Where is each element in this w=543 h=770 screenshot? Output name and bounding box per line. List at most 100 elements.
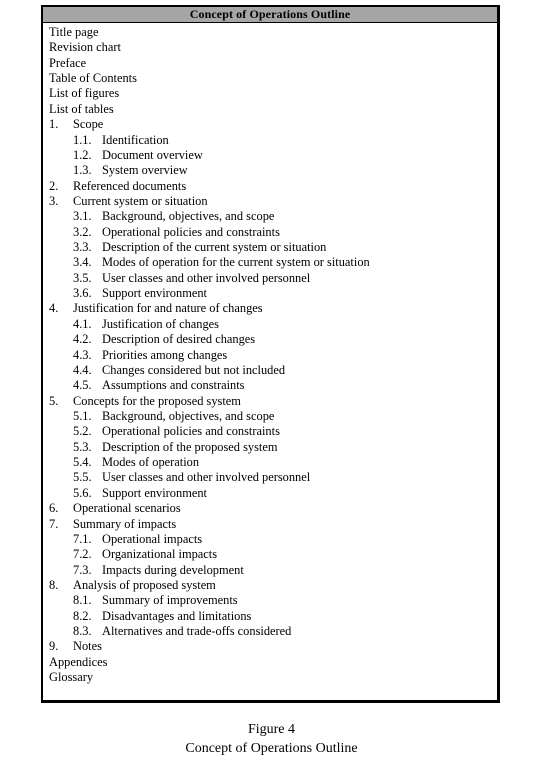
outline-item-number: 3.: [49, 193, 59, 208]
outline-item-number: 3.3.: [73, 240, 92, 255]
outline-item-number: 8.1.: [73, 593, 92, 608]
outline-item-label: Description of the current system or sit…: [102, 240, 327, 255]
outline-item-label: Summary of improvements: [102, 593, 238, 608]
outline-item-label: Alternatives and trade-offs considered: [102, 624, 292, 639]
outline-item: 8.3. Alternatives and trade-offs consider…: [49, 624, 497, 639]
outline-item-number: 1.1.: [73, 132, 92, 147]
outline-item: Preface: [49, 56, 497, 71]
outline-item: 1.1. Identification: [49, 133, 497, 148]
outline-item: Glossary: [49, 670, 497, 685]
outline-item-label: Current system or situation: [73, 193, 208, 208]
outline-item: Table of Contents: [49, 71, 497, 86]
outline-item-label: Priorities among changes: [102, 347, 228, 362]
outline-item: 7.2. Organizational impacts: [49, 547, 497, 562]
outline-item: 3.3. Description of the current system or…: [49, 240, 497, 255]
outline-item: 9. Notes: [49, 639, 497, 654]
outline-item: List of tables: [49, 102, 497, 117]
outline-item: 1.2. Document overview: [49, 148, 497, 163]
outline-item: 3.1. Background, objectives, and scope: [49, 209, 497, 224]
outline-item-label: Justification for and nature of changes: [73, 301, 263, 316]
outline-item: 4.4. Changes considered but not included: [49, 363, 497, 378]
outline-item-label: Changes considered but not included: [102, 362, 286, 377]
outline-item-label: Modes of operation for the current syste…: [102, 255, 370, 270]
outline-item: 6. Operational scenarios: [49, 501, 497, 516]
outline-item: 4.1. Justification of changes: [49, 317, 497, 332]
outline-item-number: 7.1.: [73, 531, 92, 546]
outline-item-label: Operational policies and constraints: [102, 224, 280, 239]
outline-item-label: Preface: [49, 55, 87, 70]
outline-item-label: Disadvantages and limitations: [102, 608, 252, 623]
outline-item-number: 5.5.: [73, 470, 92, 485]
outline-item: 7. Summary of impacts: [49, 517, 497, 532]
outline-item-label: User classes and other involved personne…: [102, 470, 311, 485]
outline-item: 5.2. Operational policies and constraints: [49, 424, 497, 439]
outline-item: 2. Referenced documents: [49, 179, 497, 194]
outline-item: 8.2. Disadvantages and limitations: [49, 609, 497, 624]
outline-item: 8.1. Summary of improvements: [49, 593, 497, 608]
outline-item: 5.5. User classes and other involved pers…: [49, 470, 497, 485]
outline-item-number: 5.1.: [73, 408, 92, 423]
outline-item-label: Description of the proposed system: [102, 439, 278, 454]
outline-item-number: 5.4.: [73, 455, 92, 470]
outline-item-label: Table of Contents: [49, 71, 137, 86]
outline-item-number: 7.3.: [73, 562, 92, 577]
outline-item-label: Support environment: [102, 485, 207, 500]
outline-item: 8. Analysis of proposed system: [49, 578, 497, 593]
outline-item-label: Support environment: [102, 286, 207, 301]
outline-item-label: Glossary: [49, 670, 94, 685]
outline-item-number: 6.: [49, 501, 59, 516]
outline-item-number: 1.2.: [73, 147, 92, 162]
outline-item: 5.3. Description of the proposed system: [49, 440, 497, 455]
outline-item: 3.6. Support environment: [49, 286, 497, 301]
outline-item-label: Background, objectives, and scope: [102, 209, 275, 224]
outline-item-number: 4.5.: [73, 378, 92, 393]
outline-item-number: 4.: [49, 301, 59, 316]
outline-item-label: Modes of operation: [102, 455, 200, 470]
outline-item-label: Referenced documents: [73, 178, 187, 193]
outline-item-label: Scope: [73, 117, 104, 132]
outline-item: 7.1. Operational impacts: [49, 532, 497, 547]
outline-item: 5.4. Modes of operation: [49, 455, 497, 470]
outline-item-number: 5.2.: [73, 424, 92, 439]
outline-table: Concept of Operations Outline Title page…: [41, 5, 500, 703]
outline-item-label: Organizational impacts: [102, 547, 218, 562]
outline-item-label: Operational impacts: [102, 531, 203, 546]
outline-item-label: Revision chart: [49, 40, 121, 55]
outline-item-number: 8.: [49, 577, 59, 592]
outline-item: 4.5. Assumptions and constraints: [49, 378, 497, 393]
outline-item: 4.2. Description of desired changes: [49, 332, 497, 347]
outline-item: Appendices: [49, 655, 497, 670]
outline-item-number: 3.2.: [73, 224, 92, 239]
outline-item-number: 8.3.: [73, 624, 92, 639]
outline-item: 3. Current system or situation: [49, 194, 497, 209]
outline-item: 3.5. User classes and other involved pers…: [49, 271, 497, 286]
outline-item-number: 4.4.: [73, 362, 92, 377]
outline-item-number: 3.4.: [73, 255, 92, 270]
outline-item-number: 5.: [49, 393, 59, 408]
outline-item-label: Concepts for the proposed system: [73, 393, 241, 408]
outline-item: 5.6. Support environment: [49, 486, 497, 501]
outline-item-label: Description of desired changes: [102, 332, 256, 347]
outline-item-label: Document overview: [102, 147, 203, 162]
outline-item-label: Justification of changes: [102, 316, 219, 331]
outline-item-label: Background, objectives, and scope: [102, 408, 275, 423]
outline-item-label: Operational policies and constraints: [102, 424, 280, 439]
outline-list: Title page Revision chart Preface Table of …: [43, 23, 497, 685]
outline-item-number: 3.5.: [73, 270, 92, 285]
outline-item: 1.3. System overview: [49, 163, 497, 178]
outline-item-number: 4.1.: [73, 316, 92, 331]
outline-item-number: 1.: [49, 117, 59, 132]
outline-item-number: 3.6.: [73, 286, 92, 301]
outline-item: 7.3. Impacts during development: [49, 563, 497, 578]
outline-item-label: Title page: [49, 25, 99, 39]
outline-item: 5. Concepts for the proposed system: [49, 394, 497, 409]
outline-item-number: 4.2.: [73, 332, 92, 347]
outline-item-label: Notes: [73, 639, 102, 654]
outline-item-number: 7.2.: [73, 547, 92, 562]
outline-item-label: Assumptions and constraints: [102, 378, 245, 393]
outline-item: 5.1. Background, objectives, and scope: [49, 409, 497, 424]
outline-item: Title page: [49, 25, 497, 40]
outline-item: 4. Justification for and nature of change…: [49, 301, 497, 316]
outline-item: 1. Scope: [49, 117, 497, 132]
outline-item-number: 2.: [49, 178, 59, 193]
